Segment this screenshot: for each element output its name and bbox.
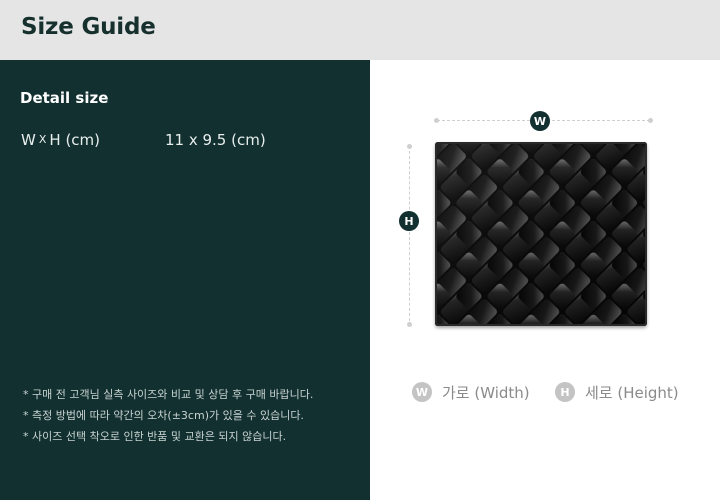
note-item: * 구매 전 고객님 실측 사이즈와 비교 및 상담 후 구매 바랍니다. [23, 388, 314, 401]
height-dimension-start-dot [407, 144, 412, 149]
legend-height: H 세로 (Height) [555, 381, 679, 403]
detail-panel: Detail size WXH (cm) 11 x 9.5 (cm) * 구매 … [0, 60, 370, 500]
size-label-x: X [38, 133, 47, 146]
size-label-h: H (cm) [49, 131, 101, 149]
notes-list: * 구매 전 고객님 실측 사이즈와 비교 및 상담 후 구매 바랍니다. * … [23, 384, 313, 447]
size-label-w: W [21, 131, 36, 149]
page-header: Size Guide [0, 0, 720, 60]
legend-height-label: 세로 (Height) [585, 383, 679, 402]
note-item: * 사이즈 선택 착오로 인한 반품 및 교환은 되지 않습니다. [23, 430, 287, 443]
height-dimension-end-dot [407, 322, 412, 327]
legend-width-badge: W [412, 382, 432, 402]
wallet-product-image [435, 142, 647, 326]
size-spec-label: WXH (cm) [21, 131, 100, 149]
size-spec-row: WXH (cm) 11 x 9.5 (cm) [0, 131, 370, 153]
legend-height-badge: H [555, 382, 575, 402]
note-item: * 측정 방법에 따라 약간의 오차(±3cm)가 있을 수 있습니다. [23, 409, 304, 422]
detail-size-title: Detail size [20, 89, 109, 107]
legend-width-label: 가로 (Width) [442, 383, 530, 402]
legend-width: W 가로 (Width) [412, 381, 530, 403]
width-dimension-end-dot [648, 118, 653, 123]
page-title: Size Guide [21, 14, 156, 40]
height-marker-badge: H [399, 211, 419, 231]
woven-leather-wallet-icon [435, 142, 647, 326]
width-dimension-start-dot [434, 118, 439, 123]
size-spec-value: 11 x 9.5 (cm) [165, 131, 266, 149]
height-dimension-line [409, 146, 410, 326]
width-marker-badge: W [530, 111, 550, 131]
